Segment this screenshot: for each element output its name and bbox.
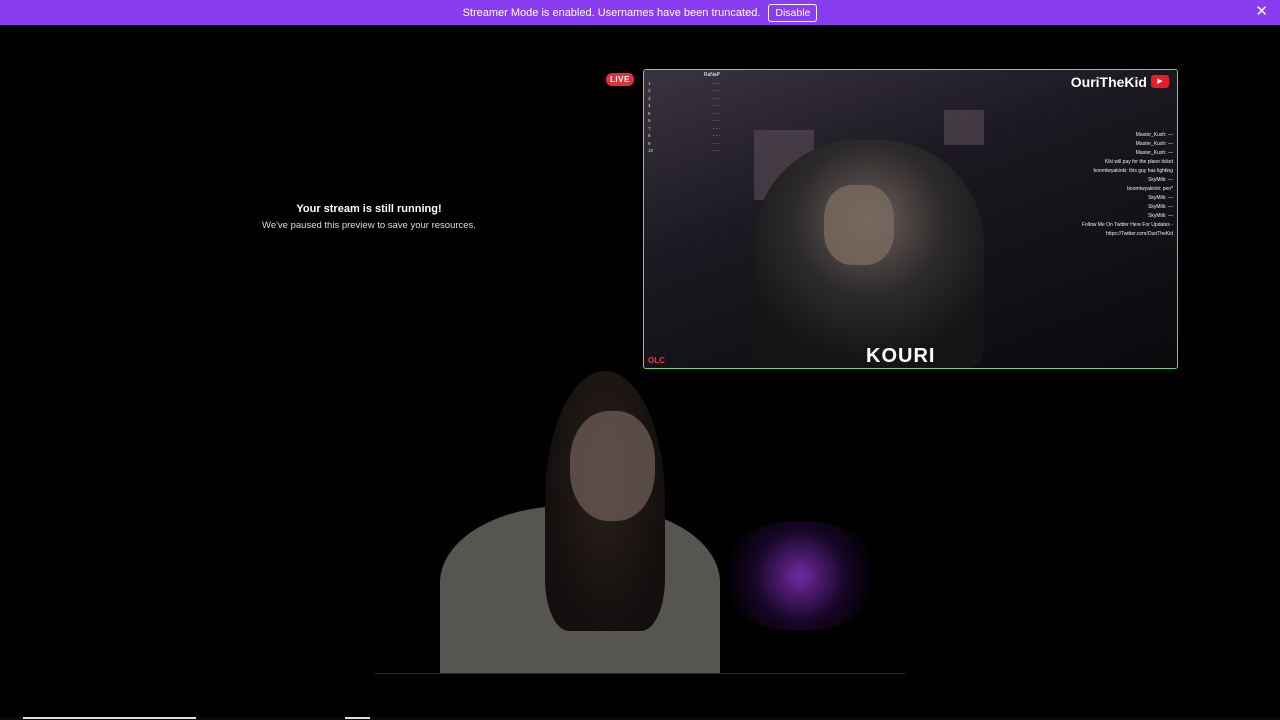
leaderboard-row: 2 ····· bbox=[648, 88, 720, 93]
stream-preview-area: Your stream is still running! We've paus… bbox=[0, 25, 1280, 720]
webcam-divider bbox=[375, 673, 905, 674]
chat-line: https://Twitter.com/OuriTheKid bbox=[1106, 231, 1173, 237]
chat-line: SkyMilk: — bbox=[1148, 213, 1173, 219]
leaderboard-row: 9 ····· bbox=[648, 140, 720, 146]
chat-line: SkyMilk: — bbox=[1148, 177, 1173, 183]
bottom-segment bbox=[345, 717, 370, 719]
leaderboard-row: 8 ····· bbox=[648, 133, 720, 138]
leaderboard-row: 4 ····· bbox=[648, 103, 720, 108]
chat-line: Kiki will pay for the plane ticket bbox=[1104, 159, 1173, 165]
chat-line: SkyMilk: — bbox=[1148, 195, 1173, 201]
overlay-chat: Master_Kush: — Master_Kush: — Master_Kus… bbox=[1043, 132, 1173, 240]
chat-line: Follow Me On Twitter Here For Updates - bbox=[1081, 222, 1173, 228]
leaderboard-row: 1 ····· bbox=[648, 80, 720, 86]
close-icon[interactable]: ✕ bbox=[1255, 4, 1268, 20]
overlay-leaderboard: RaNaP 1 ····· 2 ····· 3 ····· 4 ····· 5 ·····… bbox=[648, 72, 720, 153]
chat-line: Master_Kush: — bbox=[1135, 141, 1173, 147]
chat-line: boomtwyakinki: pen* bbox=[1127, 186, 1173, 192]
banner-message: Streamer Mode is enabled. Usernames have… bbox=[462, 6, 761, 19]
wall-poster bbox=[944, 110, 984, 145]
leaderboard-row: 5 ····· bbox=[648, 110, 720, 116]
purple-light-glow bbox=[715, 521, 885, 631]
leaderboard-row: 10 ····· bbox=[648, 148, 720, 153]
leaderboard-row: 6 ····· bbox=[648, 118, 720, 123]
chat-line: Master_Kush: — bbox=[1135, 150, 1173, 156]
paused-title: Your stream is still running! bbox=[296, 203, 442, 215]
streamer-mode-banner: Streamer Mode is enabled. Usernames have… bbox=[0, 0, 1280, 25]
leaderboard-row: 7 ····· bbox=[648, 125, 720, 131]
paused-subtitle: We've paused this preview to save your r… bbox=[262, 220, 476, 231]
leaderboard-title: RaNaP bbox=[703, 72, 720, 78]
chat-line: SkyMilk: — bbox=[1148, 204, 1173, 210]
overlay-logo-text: KOURI bbox=[866, 345, 936, 367]
streamer-face bbox=[824, 185, 894, 265]
chat-line: boomtwyakinki: this guy has lighting bbox=[1093, 168, 1174, 174]
paused-preview-message: Your stream is still running! We've paus… bbox=[230, 203, 508, 231]
live-badge: LIVE bbox=[606, 73, 634, 86]
leaderboard-row: 3 ····· bbox=[648, 95, 720, 101]
youtube-icon: ▶ bbox=[1151, 75, 1169, 88]
main-webcam-feed[interactable] bbox=[375, 371, 905, 674]
bottom-segment bbox=[23, 717, 196, 719]
overlay-stream-name: OuriTheKid bbox=[1070, 74, 1147, 90]
overlay-corner-tag: OLC bbox=[648, 356, 665, 365]
streamer-overlay-feed[interactable]: RaNaP 1 ····· 2 ····· 3 ····· 4 ····· 5 ·····… bbox=[643, 69, 1178, 369]
webcam-person-face bbox=[570, 411, 655, 521]
disable-streamer-mode-button[interactable]: Disable bbox=[768, 3, 818, 22]
chat-line: Master_Kush: — bbox=[1135, 132, 1173, 138]
